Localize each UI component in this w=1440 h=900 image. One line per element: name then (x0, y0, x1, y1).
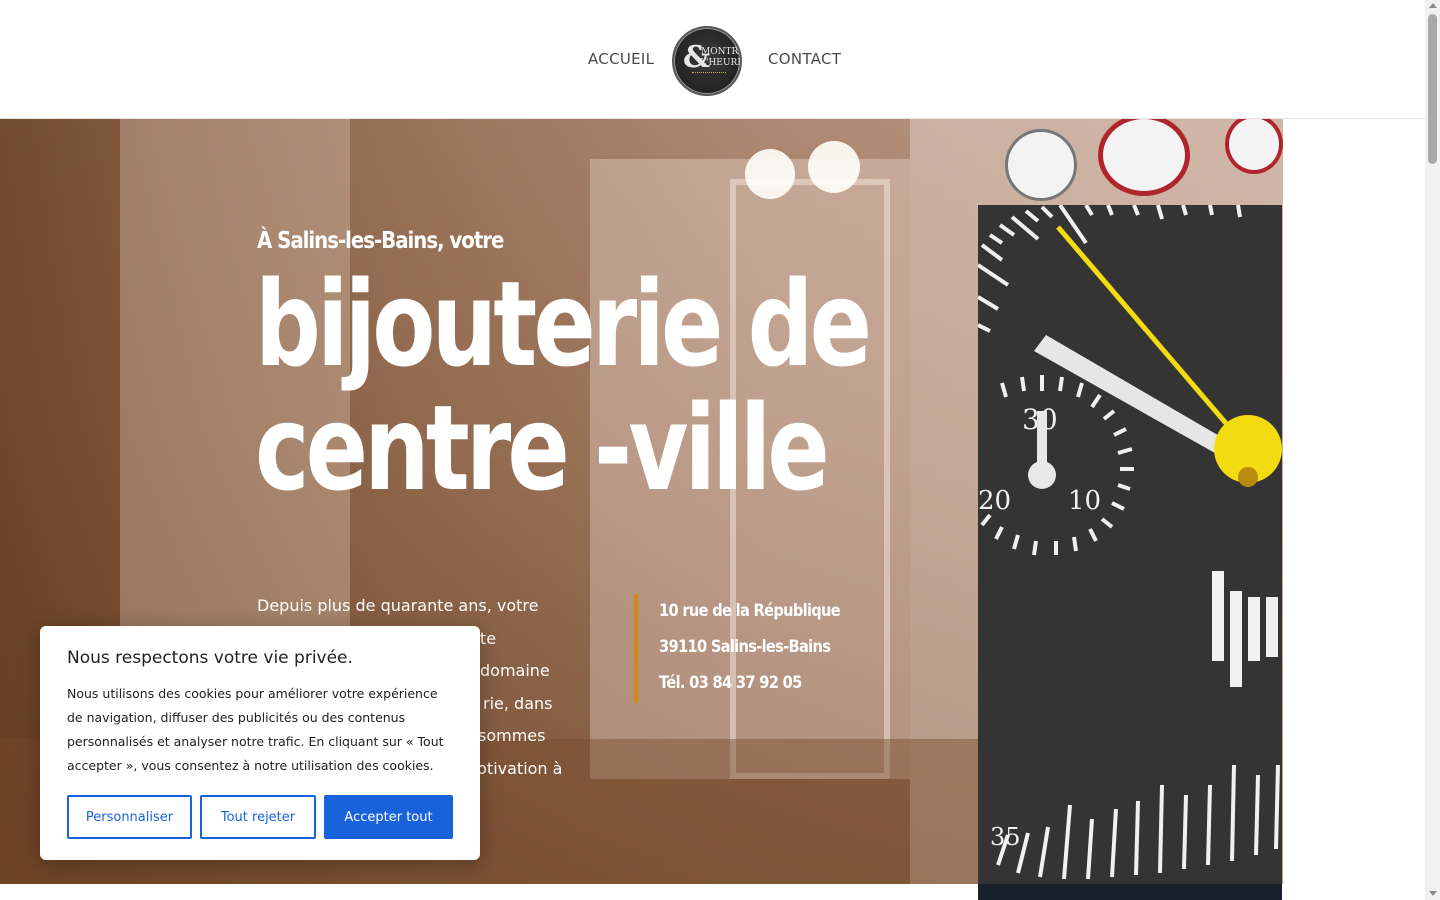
logo-text-montre: MONTRE (701, 47, 742, 57)
address-phone[interactable]: Tél. 03 84 37 92 05 (659, 673, 802, 693)
clock-number-35: 35 (990, 823, 1021, 851)
scroll-down-arrow-icon[interactable] (1429, 891, 1437, 896)
address-street: 10 rue de la République (659, 601, 841, 621)
cookie-customize-button[interactable]: Personnaliser (67, 795, 192, 839)
chronograph-image: 30 20 10 35 (978, 205, 1282, 884)
hero-title-line2: centre -ville (255, 379, 830, 517)
hero-lamp-icon (745, 149, 795, 199)
nav-accueil-link[interactable]: ACCUEIL (588, 50, 654, 68)
page-scrollbar[interactable] (1425, 0, 1440, 900)
brand-logo[interactable]: & MONTRE L'HEURE (672, 26, 742, 96)
hero-title-line1: bijouterie de (255, 255, 872, 393)
clock-number-20: 20 (978, 486, 1011, 516)
scrollbar-thumb[interactable] (1428, 14, 1437, 164)
address-accent-bar (634, 594, 638, 703)
cookie-title: Nous respectons votre vie privée. (67, 648, 353, 668)
scroll-up-arrow-icon[interactable] (1429, 3, 1437, 8)
logo-gear-icon (692, 72, 726, 84)
cookie-reject-all-button[interactable]: Tout rejeter (200, 795, 316, 839)
cookie-text: Nous utilisons des cookies pour améliore… (67, 686, 444, 773)
cookie-consent-dialog: Nous respectons votre vie privée. Nous u… (40, 626, 480, 860)
chronograph-dial: 30 20 10 35 (978, 205, 1282, 884)
wall-clock-icon (1005, 129, 1077, 201)
nav-contact-link[interactable]: CONTACT (768, 50, 841, 68)
hero-title: bijouterie de centre -ville (255, 255, 872, 517)
hero-lamp-icon (808, 141, 860, 193)
clock-number-10: 10 (1068, 486, 1101, 516)
hero-description-line: Depuis plus de quarante ans, votre (257, 596, 539, 615)
logo-text-lheure: L'HEURE (700, 58, 742, 68)
cookie-accept-all-button[interactable]: Accepter tout (324, 795, 453, 839)
clock-image-bottom-band (978, 884, 1282, 900)
address-city: 39110 Salins-les-Bains (659, 637, 831, 657)
hero-kicker: À Salins-les-Bains, votre (257, 228, 504, 254)
site-header: ACCUEIL & MONTRE L'HEURE CONTACT (0, 0, 1425, 119)
